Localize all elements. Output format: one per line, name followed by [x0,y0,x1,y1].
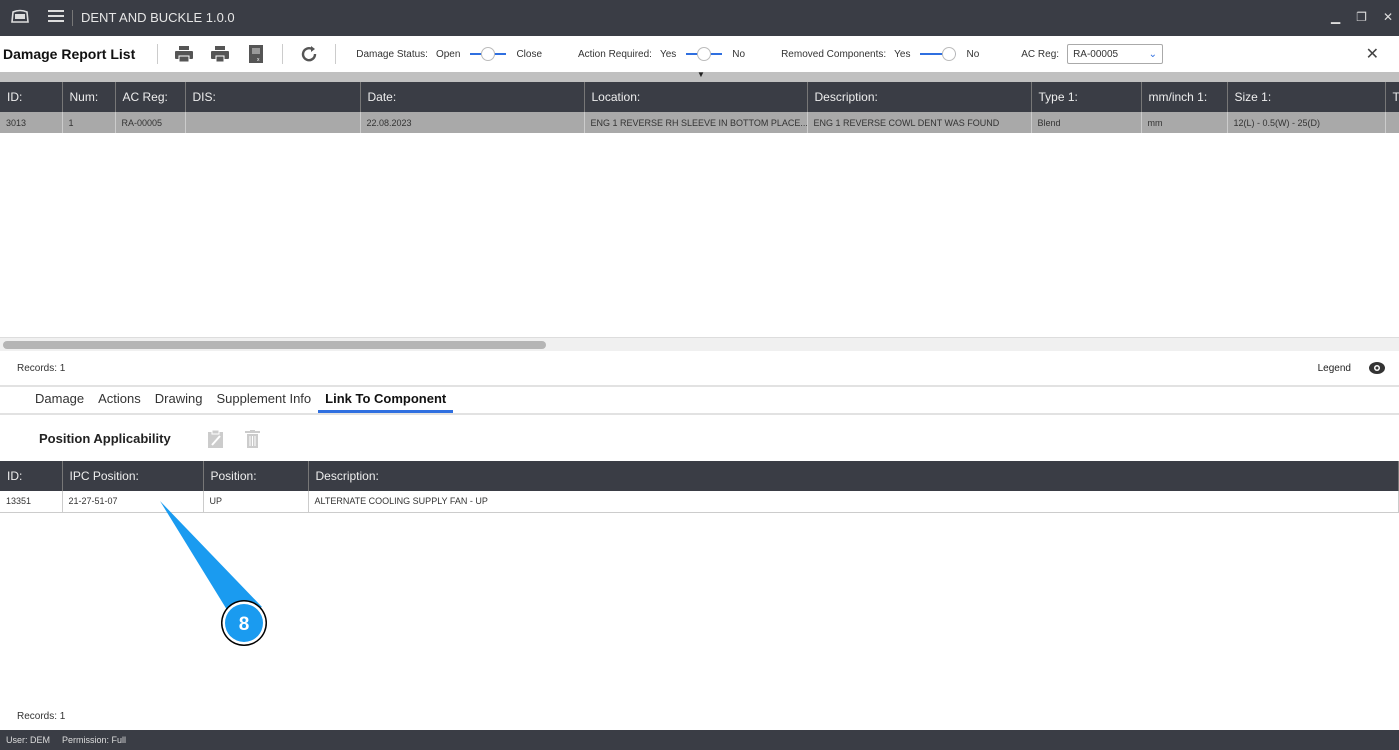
status-bar: User: DEM Permission: Full [0,730,1399,750]
status-permission: Permission: Full [62,735,127,745]
status-user: User: DEM [6,735,51,745]
callout-annotation: 8 [160,501,267,646]
position-records-count: Records: 1 [17,711,66,722]
callout-number: 8 [239,614,250,635]
